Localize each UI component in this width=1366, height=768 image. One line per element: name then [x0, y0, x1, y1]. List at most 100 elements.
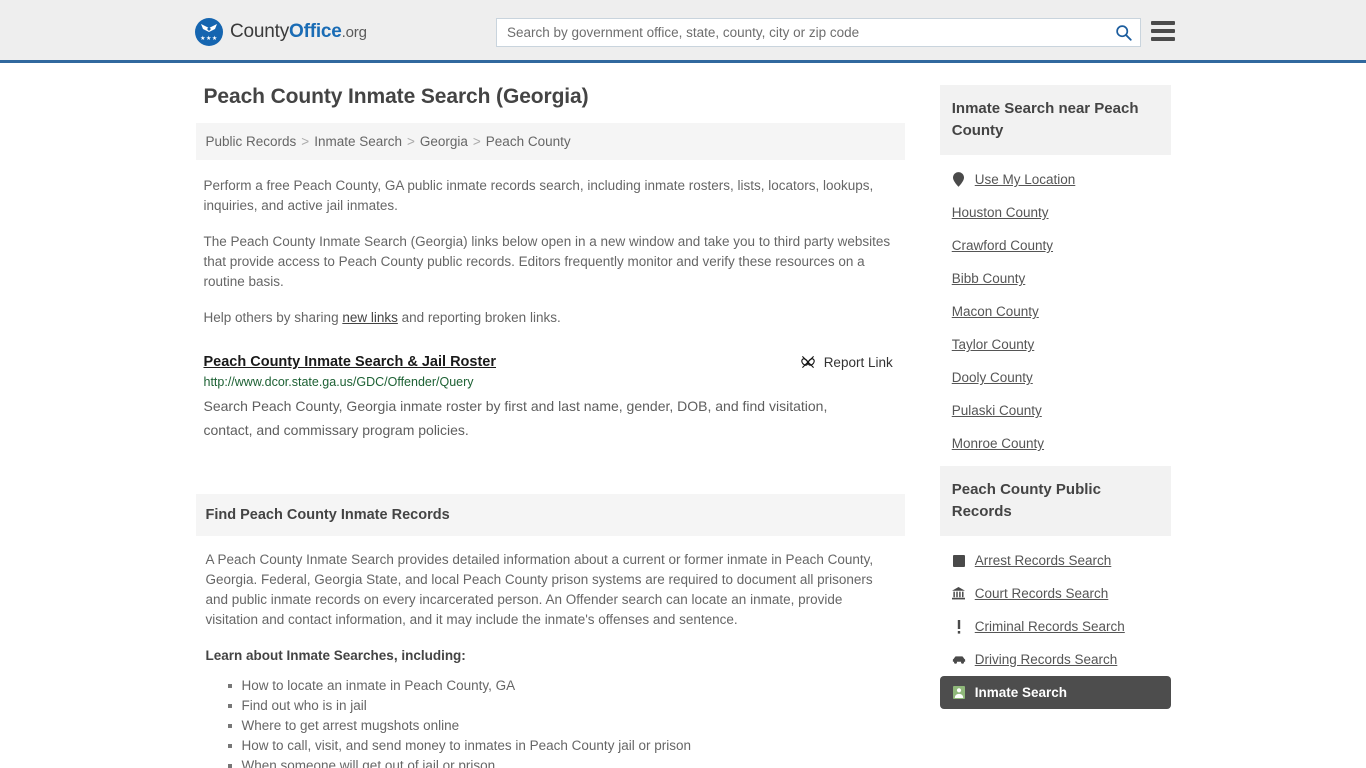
sidebar-item-houston-county[interactable]: Houston County	[940, 196, 1171, 229]
public-records-list: Arrest Records Search Court Records Sear…	[939, 536, 1171, 709]
report-link-button[interactable]: Report Link	[800, 354, 897, 370]
sidebar-item-label[interactable]: Taylor County	[952, 337, 1035, 352]
sidebar-item-label[interactable]: Macon County	[952, 304, 1039, 319]
breadcrumb-item-peach-county[interactable]: Peach County	[486, 134, 571, 149]
breadcrumb: Public Records > Inmate Search > Georgia > Pea…	[195, 123, 905, 160]
stars-glyph: ★★★	[200, 36, 218, 42]
nearby-county-list: Use My Location Houston County Crawford …	[940, 155, 1171, 460]
sidebar-item-label[interactable]: Criminal Records Search	[975, 619, 1125, 634]
intro-text: Perform a free Peach County, GA public i…	[196, 176, 905, 328]
list-item: How to locate an inmate in Peach County,…	[227, 676, 895, 696]
page-title: Peach County Inmate Search (Georgia)	[203, 85, 589, 108]
sidebar-item-pulaski-county[interactable]: Pulaski County	[940, 394, 1171, 427]
site-logo[interactable]: ★★★ CountyOffice.org	[195, 18, 367, 46]
hamburger-menu-icon[interactable]	[1151, 21, 1175, 41]
list-item: Where to get arrest mugshots online	[227, 716, 895, 736]
sidebar: Inmate Search near Peach County Use My L…	[939, 85, 1171, 768]
sidebar-item-inmate-search[interactable]: Inmate Search	[939, 676, 1171, 709]
sidebar-item-use-my-location[interactable]: Use My Location	[940, 163, 1171, 196]
sidebar-item-crawford-county[interactable]: Crawford County	[940, 229, 1171, 262]
courthouse-glyph	[952, 587, 966, 600]
exclamation-glyph	[957, 619, 960, 634]
courthouse-icon	[952, 587, 966, 600]
list-item: When someone will get out of jail or pri…	[227, 756, 895, 768]
breadcrumb-separator: >	[301, 134, 310, 149]
learn-bullet-list: How to locate an inmate in Peach County,…	[206, 676, 895, 768]
public-records-panel-heading: Peach County Public Records	[939, 466, 1171, 536]
sidebar-item-label[interactable]: Inmate Search	[975, 685, 1067, 700]
sidebar-item-label[interactable]: Use My Location	[975, 172, 1076, 187]
sidebar-item-macon-county[interactable]: Macon County	[940, 295, 1171, 328]
site-header: ★★★ CountyOffice.org	[0, 0, 1366, 63]
breadcrumb-separator: >	[472, 134, 481, 149]
nearby-panel-heading: Inmate Search near Peach County	[939, 85, 1171, 155]
section-heading: Find Peach County Inmate Records	[195, 494, 905, 536]
sidebar-item-label[interactable]: Dooly County	[952, 370, 1033, 385]
intro-p3-before: Help others by sharing	[203, 310, 343, 325]
result-url: http://www.dcor.state.ga.us/GDC/Offender…	[203, 375, 474, 389]
search-button[interactable]	[1106, 19, 1140, 46]
hamburger-bar	[1151, 21, 1175, 25]
logo-text: CountyOffice.org	[230, 21, 367, 43]
report-link-label: Report Link	[823, 354, 893, 370]
exclamation-icon	[952, 619, 966, 634]
car-icon	[952, 655, 966, 665]
find-records-section: Find Peach County Inmate Records A Peach…	[195, 494, 905, 768]
page-body: Peach County Inmate Search (Georgia) Pub…	[0, 63, 1366, 768]
logo-text-org: .org	[341, 24, 367, 41]
hamburger-bar	[1151, 37, 1175, 41]
broken-link-icon	[800, 356, 815, 368]
sidebar-item-label[interactable]: Bibb County	[952, 271, 1026, 286]
content-container: Peach County Inmate Search (Georgia) Pub…	[195, 85, 1171, 768]
logo-text-office: Office	[289, 21, 342, 42]
result-title-link[interactable]: Peach County Inmate Search & Jail Roster	[204, 354, 497, 370]
sidebar-item-court-records[interactable]: Court Records Search	[940, 577, 1171, 610]
sidebar-item-label[interactable]: Court Records Search	[975, 586, 1109, 601]
search-input[interactable]	[497, 25, 1106, 40]
list-item: Find out who is in jail	[227, 696, 895, 716]
sidebar-item-monroe-county[interactable]: Monroe County	[940, 427, 1171, 460]
intro-paragraph-2: The Peach County Inmate Search (Georgia)…	[203, 234, 891, 289]
nearby-inmate-search-panel: Inmate Search near Peach County Use My L…	[939, 85, 1171, 460]
car-glyph	[952, 655, 965, 664]
sidebar-item-criminal-records[interactable]: Criminal Records Search	[940, 610, 1171, 643]
sidebar-item-label[interactable]: Monroe County	[952, 436, 1044, 451]
fingerprint-icon	[952, 554, 966, 567]
list-item: How to call, visit, and send money to in…	[227, 736, 895, 756]
breadcrumb-separator: >	[406, 134, 415, 149]
header-inner: ★★★ CountyOffice.org	[0, 0, 1366, 60]
main-column: Peach County Inmate Search (Georgia) Pub…	[195, 85, 905, 768]
new-links-link[interactable]: new links	[342, 310, 398, 325]
eagle-shield-icon: ★★★	[195, 18, 223, 46]
eagle-glyph	[201, 24, 217, 32]
section-body: A Peach County Inmate Search provides de…	[196, 536, 905, 768]
sidebar-item-label[interactable]: Driving Records Search	[975, 652, 1118, 667]
sidebar-item-arrest-records[interactable]: Arrest Records Search	[940, 544, 1171, 577]
sidebar-item-dooly-county[interactable]: Dooly County	[940, 361, 1171, 394]
inmate-icon	[952, 686, 966, 699]
section-paragraph: A Peach County Inmate Search provides de…	[205, 552, 874, 627]
breadcrumb-item-public-records[interactable]: Public Records	[206, 134, 297, 149]
result-link-block: Peach County Inmate Search & Jail Roster…	[196, 344, 905, 442]
public-records-panel: Peach County Public Records Arrest Recor…	[939, 466, 1171, 709]
search-icon	[1115, 25, 1132, 41]
logo-text-county: County	[230, 21, 290, 42]
result-description: Search Peach County, Georgia inmate rost…	[203, 398, 828, 438]
sidebar-item-driving-records[interactable]: Driving Records Search	[940, 643, 1171, 676]
sidebar-item-bibb-county[interactable]: Bibb County	[940, 262, 1171, 295]
map-pin-icon	[952, 172, 966, 187]
intro-p3-after: and reporting broken links.	[397, 310, 561, 325]
fingerprint-glyph	[952, 554, 965, 567]
sidebar-item-label[interactable]: Houston County	[952, 205, 1049, 220]
intro-paragraph-3: Help others by sharing new links and rep…	[196, 308, 905, 328]
sidebar-item-label[interactable]: Pulaski County	[952, 403, 1042, 418]
breadcrumb-item-georgia[interactable]: Georgia	[420, 134, 468, 149]
sidebar-item-label[interactable]: Crawford County	[952, 238, 1053, 253]
breadcrumb-item-inmate-search[interactable]: Inmate Search	[314, 134, 402, 149]
map-pin-glyph	[953, 172, 965, 187]
search-bar[interactable]	[496, 18, 1141, 47]
hamburger-bar	[1151, 29, 1175, 33]
sidebar-item-label[interactable]: Arrest Records Search	[975, 553, 1112, 568]
learn-about-heading: Learn about Inmate Searches, including:	[205, 648, 466, 663]
sidebar-item-taylor-county[interactable]: Taylor County	[940, 328, 1171, 361]
